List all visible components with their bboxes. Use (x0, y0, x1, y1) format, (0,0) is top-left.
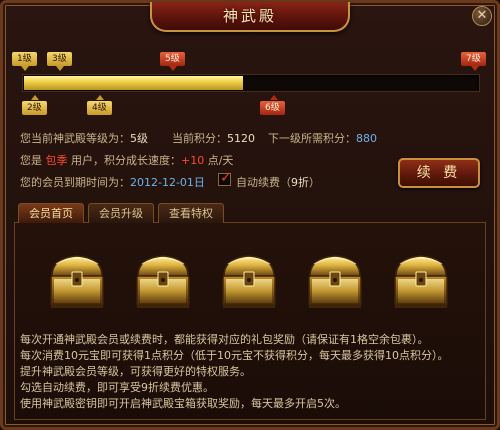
window-title: 神武殿 (150, 2, 350, 32)
renew-button[interactable]: 续 费 (398, 158, 480, 188)
expiry-label: 您的会员到期时间为： (20, 176, 130, 189)
auto-renew-suffix: ） (309, 176, 320, 189)
tab-member-upgrade[interactable]: 会员升级 (88, 203, 154, 223)
treasure-chest-icon[interactable] (46, 250, 108, 312)
user-type-row: 您是 包季 用户，积分成长速度：+10 点/天 (20, 152, 233, 168)
treasure-chest-icon[interactable] (132, 250, 194, 312)
auto-renew-text: 自动续费（ (236, 176, 291, 189)
description-line-1: 每次开通神武殿会员或续费时，都能获得对应的礼包奖励（请保证有1格空余包裹）。 (20, 333, 429, 346)
checkmark-icon: ✓ (220, 170, 232, 186)
auto-renew-checkbox[interactable]: ✓ (218, 170, 232, 186)
expiry-value: 2012-12-01日 (130, 176, 205, 189)
close-icon[interactable]: ✕ (472, 6, 492, 26)
next-level-points-value: 880 (356, 132, 377, 145)
current-level-label: 您当前神武殿等级为： (20, 132, 130, 145)
tab-view-privileges[interactable]: 查看特权 (158, 203, 224, 223)
level-progress-bar (22, 74, 480, 92)
level-tick-6 (270, 95, 278, 100)
auto-renew-label[interactable]: 自动续费（9折） (236, 174, 320, 190)
growth-speed-unit: 点/天 (207, 154, 234, 167)
level-tick-3 (56, 66, 64, 71)
points-info: 当前积分：5120 (172, 130, 255, 146)
user-type-value: 包季 (45, 154, 68, 167)
expiry-row: 您的会员到期时间为：2012-12-01日 (20, 174, 205, 190)
level-marker-7: 7级 (461, 52, 486, 66)
auto-renew-discount: 9折 (291, 176, 309, 189)
level-marker-2: 2级 (22, 101, 47, 115)
description-line-2: 每次消费10元宝即可获得1点积分（低于10元宝不获得积分，每天最多获得10点积分… (20, 349, 449, 362)
current-points-label: 当前积分： (172, 132, 227, 145)
level-marker-3: 3级 (47, 52, 72, 66)
level-progress-fill (24, 76, 243, 90)
growth-speed-value: +10 (181, 154, 205, 167)
treasure-chest-icon[interactable] (390, 250, 452, 312)
level-tick-5 (169, 66, 177, 71)
description-line-4: 勾选自动续费，即可享受9折续费优惠。 (20, 381, 214, 394)
level-tick-7 (471, 66, 479, 71)
level-tick-1 (21, 66, 29, 71)
current-points-value: 5120 (227, 132, 255, 145)
user-prefix-label: 您是 (20, 154, 42, 167)
tab-member-home[interactable]: 会员首页 (18, 203, 84, 223)
description-line-3: 提升神武殿会员等级，可获得更好的特权服务。 (20, 365, 251, 378)
treasure-chest-icon[interactable] (304, 250, 366, 312)
current-level-value: 5级 (130, 132, 148, 145)
growth-speed-label: 用户，积分成长速度： (71, 154, 181, 167)
next-level-points-label: 下一级所需积分： (268, 132, 356, 145)
level-marker-1: 1级 (12, 52, 37, 66)
level-marker-4: 4级 (87, 101, 112, 115)
level-marker-5: 5级 (160, 52, 185, 66)
treasure-chest-icon[interactable] (218, 250, 280, 312)
level-marker-6: 6级 (260, 101, 285, 115)
level-info-row: 您当前神武殿等级为：5级 (20, 130, 148, 146)
level-tick-2 (31, 95, 39, 100)
next-level-info: 下一级所需积分：880 (268, 130, 377, 146)
description-line-5: 使用神武殿密钥即可开启神武殿宝箱获取奖励，每天最多开启5次。 (20, 397, 346, 410)
level-tick-4 (96, 95, 104, 100)
